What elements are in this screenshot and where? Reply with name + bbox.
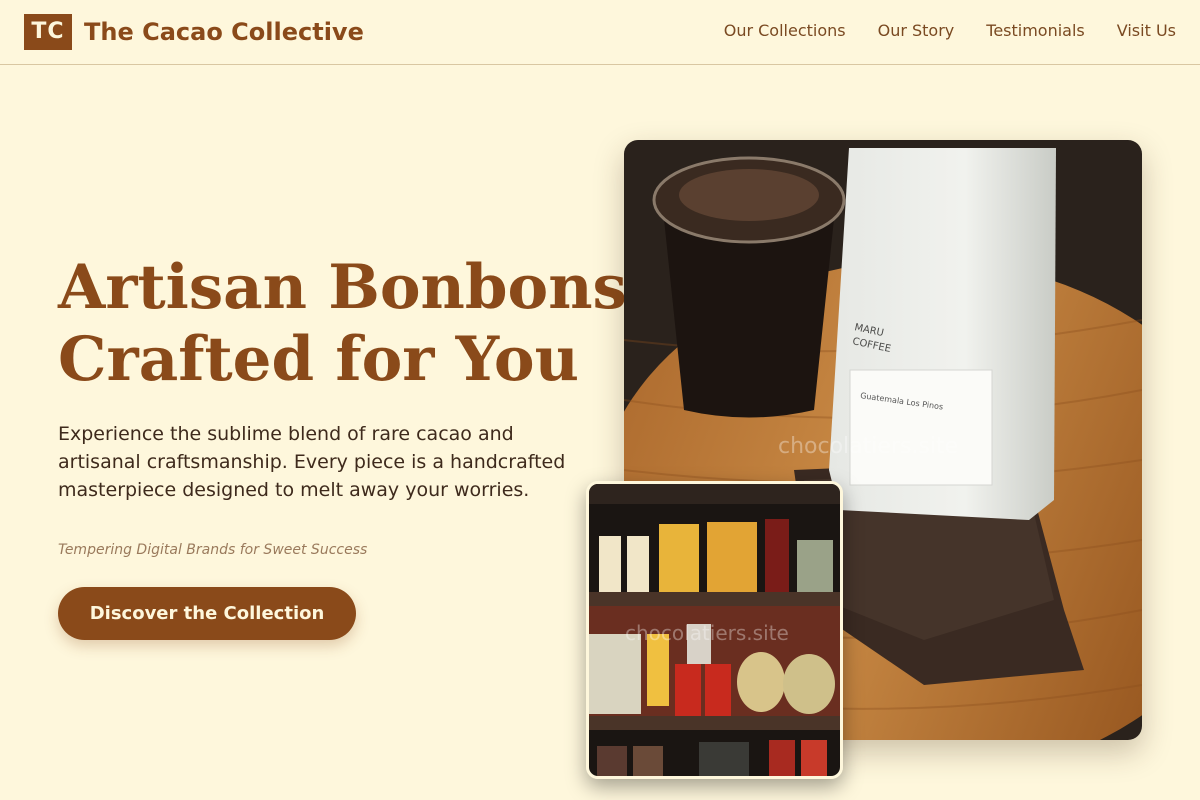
discover-collection-button[interactable]: Discover the Collection <box>58 587 356 640</box>
hero-title-line-2: Crafted for You <box>58 324 579 395</box>
nav-testimonials[interactable]: Testimonials <box>986 20 1085 42</box>
hero-tagline: Tempering Digital Brands for Sweet Succe… <box>58 542 368 558</box>
shelf-photo-watermark: chocolatiers.site <box>625 621 789 645</box>
hero-title-line-1: Artisan Bonbons <box>58 252 627 323</box>
main-photo-watermark: chocolatiers.site <box>778 434 958 459</box>
cup-lid-top <box>679 169 819 221</box>
nav-visit-us[interactable]: Visit Us <box>1117 20 1176 42</box>
coffee-bag-label <box>849 369 993 486</box>
shelf-photo-illustration: chocolatiers.site <box>589 484 840 776</box>
shop-shelf-photo: chocolatiers.site <box>586 481 843 779</box>
nav-our-collections[interactable]: Our Collections <box>724 20 846 42</box>
logo-badge[interactable]: TC <box>24 14 72 50</box>
shelf-top <box>589 484 840 504</box>
shelf-board-1 <box>589 592 840 606</box>
brand-name[interactable]: The Cacao Collective <box>84 14 364 50</box>
hero-title: Artisan Bonbons Crafted for You <box>58 252 627 396</box>
main-nav: Our Collections Our Story Testimonials V… <box>724 20 1176 42</box>
shelf-board-2 <box>589 716 840 730</box>
hero-description: Experience the sublime blend of rare cac… <box>58 423 566 501</box>
nav-our-story[interactable]: Our Story <box>878 20 955 42</box>
site-header: TC The Cacao Collective Our Collections … <box>0 0 1200 65</box>
